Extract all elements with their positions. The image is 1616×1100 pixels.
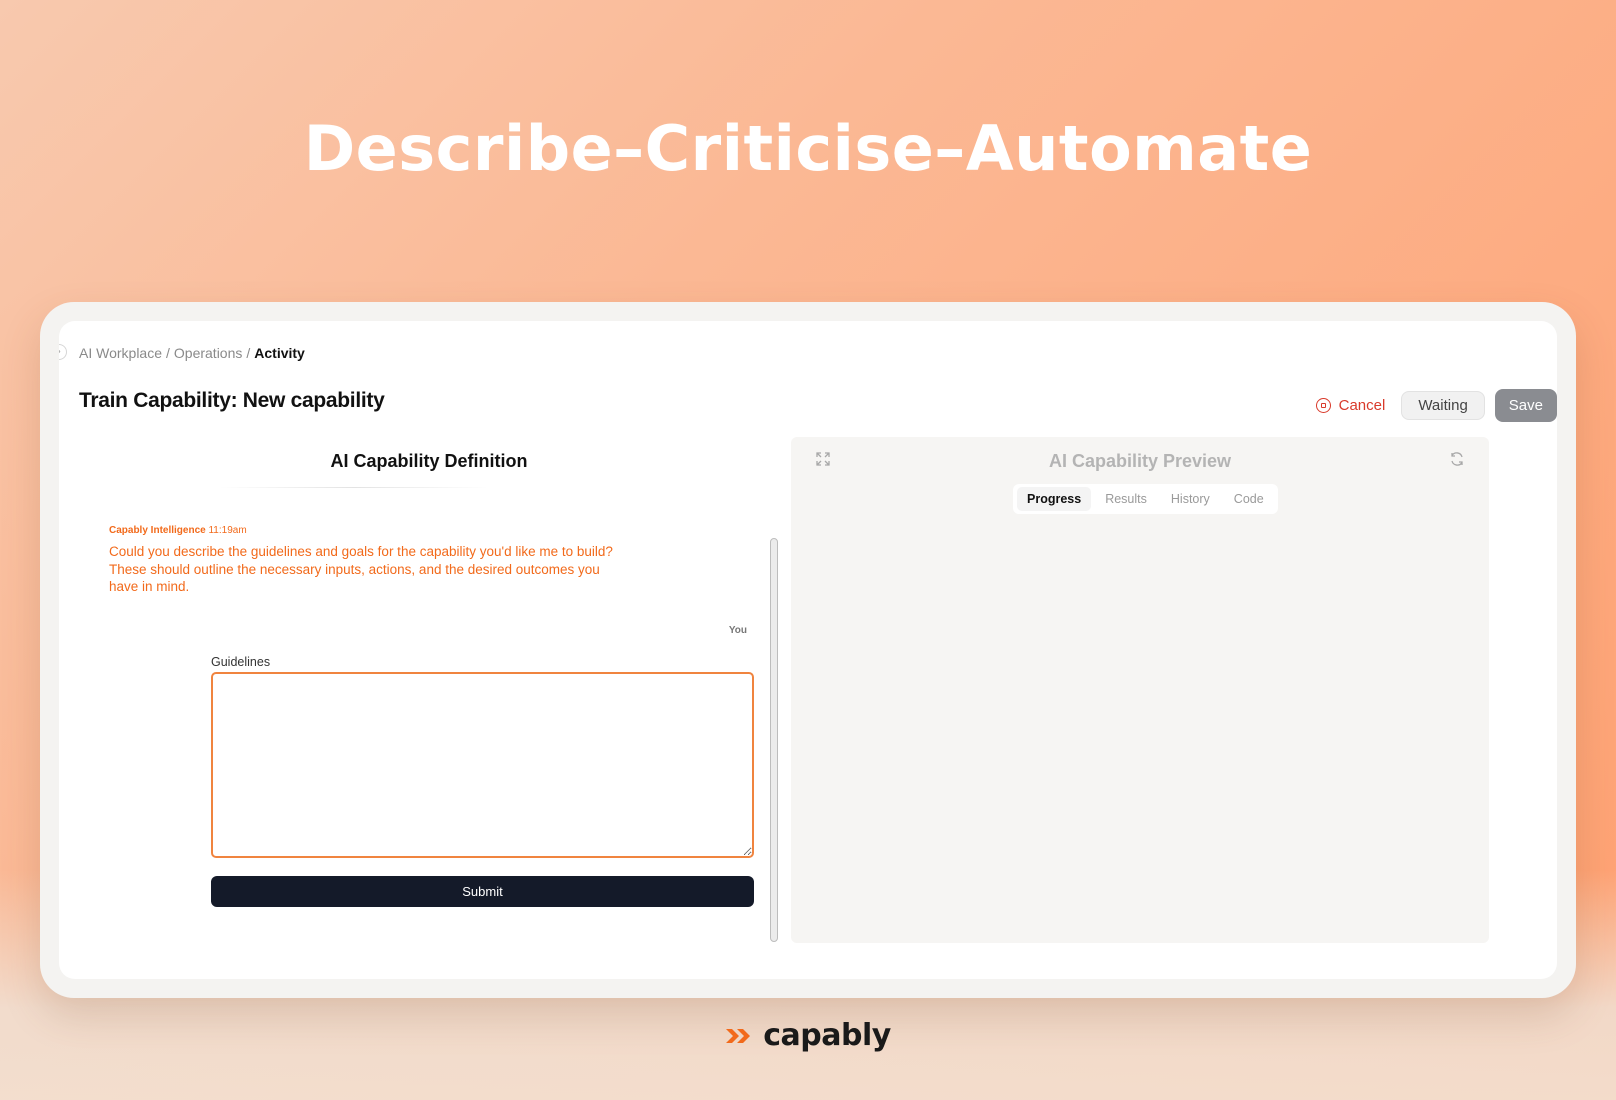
double-play-icon (726, 1028, 751, 1043)
chat-scrollbar[interactable] (770, 538, 778, 942)
cancel-button[interactable]: Cancel (1310, 397, 1392, 414)
message-meta: Capably Intelligence 11:19am (109, 525, 247, 536)
breadcrumb: AI Workplace / Operations / Activity (79, 345, 305, 361)
sidebar-toggle[interactable]: › (59, 344, 67, 360)
breadcrumb-separator: / (246, 345, 251, 361)
refresh-icon[interactable] (1449, 451, 1465, 467)
tab-progress[interactable]: Progress (1017, 487, 1092, 511)
chevron-right-icon: › (59, 347, 61, 357)
breadcrumb-item-ai-workplace[interactable]: AI Workplace (79, 345, 162, 361)
save-button[interactable]: Save (1494, 389, 1557, 422)
header-actions: Cancel Waiting Save (1310, 389, 1557, 422)
submit-button[interactable]: Submit (211, 876, 754, 907)
definition-panel: AI Capability Definition Capably Intelli… (79, 437, 779, 957)
tab-history[interactable]: History (1161, 487, 1220, 511)
brand-name: capably (763, 1018, 891, 1053)
breadcrumb-item-operations[interactable]: Operations (174, 345, 242, 361)
message-sender: Capably Intelligence (109, 525, 206, 536)
preview-panel: AI Capability Preview Progress Results H… (791, 437, 1489, 943)
divider (219, 487, 489, 488)
breadcrumb-current: Activity (254, 345, 305, 361)
device-frame: › AI Workplace/Operations/Activity Train… (40, 302, 1576, 998)
breadcrumb-separator: / (166, 345, 170, 361)
tab-code[interactable]: Code (1224, 487, 1274, 511)
user-label: You (728, 625, 747, 636)
guidelines-label: Guidelines (211, 655, 271, 669)
definition-title: AI Capability Definition (330, 451, 528, 471)
brand-footer: capably (0, 1018, 1616, 1053)
guidelines-input[interactable] (211, 672, 754, 858)
hero-title: Describe–Criticise–Automate (303, 112, 1313, 185)
message-time: 11:19am (208, 525, 247, 536)
cancel-label: Cancel (1338, 397, 1386, 414)
stop-circle-icon (1315, 398, 1331, 413)
page-title: Train Capability: New capability (79, 389, 385, 412)
assistant-message: Could you describe the guidelines and go… (109, 544, 613, 594)
status-waiting-button[interactable]: Waiting (1401, 391, 1485, 420)
preview-title: AI Capability Preview (1048, 451, 1232, 471)
app-screen: › AI Workplace/Operations/Activity Train… (59, 321, 1557, 979)
preview-tabs: Progress Results History Code (1013, 484, 1278, 514)
tab-results[interactable]: Results (1095, 487, 1157, 511)
